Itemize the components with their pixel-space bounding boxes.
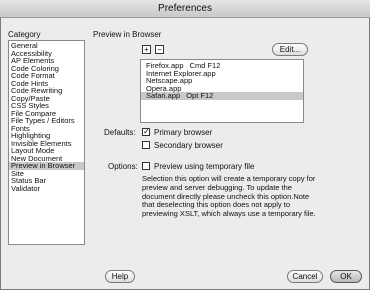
window-title: Preferences [0, 0, 370, 18]
options-label: Options: [108, 162, 138, 171]
category-header: Category [8, 30, 41, 39]
secondary-browser-label: Secondary browser [154, 141, 223, 150]
add-browser-button[interactable]: + [142, 45, 151, 54]
cancel-button[interactable]: Cancel [287, 270, 323, 283]
ok-button[interactable]: OK [330, 270, 362, 283]
defaults-label: Defaults: [104, 128, 136, 137]
secondary-browser-checkbox[interactable] [142, 141, 150, 149]
edit-browser-button[interactable]: Edit... [272, 43, 308, 56]
browser-list[interactable]: Firefox.app Cmd F12 Internet Explorer.app… [140, 59, 304, 123]
category-item[interactable]: Validator [9, 184, 84, 193]
temp-file-checkbox[interactable] [142, 162, 150, 170]
browser-name: Safari.app [146, 91, 181, 100]
browser-shortcut: Opt F12 [186, 91, 214, 100]
primary-browser-checkbox[interactable]: ✓ [142, 128, 150, 136]
browser-item-selected[interactable]: Safari.app Opt F12 [141, 92, 303, 100]
panel-title: Preview in Browser [93, 30, 162, 39]
remove-browser-button[interactable]: − [155, 45, 164, 54]
primary-browser-label: Primary browser [154, 128, 213, 137]
temp-file-description: Selection this option will create a temp… [142, 174, 316, 219]
temp-file-label: Preview using temporary file [154, 162, 255, 171]
help-button[interactable]: Help [105, 270, 135, 283]
category-list[interactable]: General Accessibility AP Elements Code C… [8, 40, 85, 245]
